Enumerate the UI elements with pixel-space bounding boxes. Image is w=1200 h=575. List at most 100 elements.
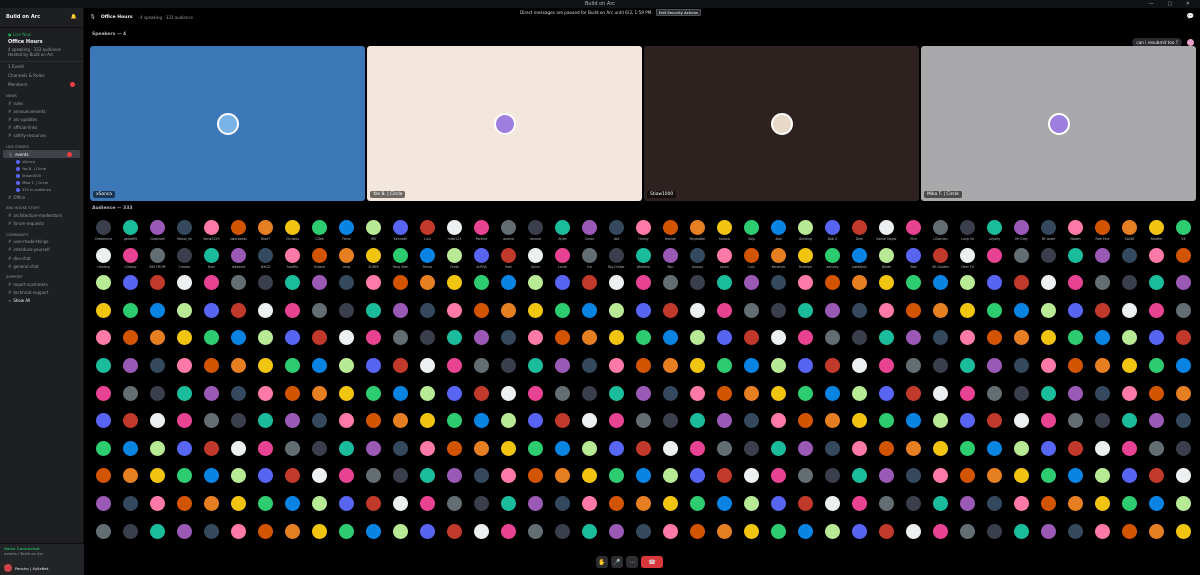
audience-member[interactable] (549, 328, 576, 355)
audience-member[interactable] (1008, 246, 1035, 273)
audience-member[interactable] (549, 466, 576, 493)
audience-member[interactable] (1089, 246, 1116, 273)
audience-member[interactable] (198, 384, 225, 411)
channel-dev-chat[interactable]: # dev-chat (0, 254, 83, 262)
speaker-tile[interactable]: xSanca (90, 46, 365, 201)
audience-member[interactable] (630, 301, 657, 328)
audience-member[interactable] (279, 494, 306, 521)
audience-member[interactable] (414, 328, 441, 355)
audience-member[interactable] (657, 439, 684, 466)
audience-member[interactable]: Mania_kk (171, 218, 198, 245)
audience-member[interactable]: Salaxis (711, 218, 738, 245)
audience-member[interactable] (468, 328, 495, 355)
audience-member[interactable] (198, 466, 225, 493)
audience-member[interactable]: SURYA (360, 246, 387, 273)
audience-member[interactable] (198, 328, 225, 355)
audience-member[interactable] (576, 494, 603, 521)
audience-member[interactable]: Aleiding (792, 218, 819, 245)
audience-member[interactable]: Afrodina (630, 246, 657, 273)
stage-participant[interactable]: Yas B. | Circle (0, 165, 83, 172)
audience-member[interactable] (1170, 273, 1197, 300)
audience-member[interactable] (171, 328, 198, 355)
audience-member[interactable] (927, 301, 954, 328)
audience-member[interactable]: Mr Grey (1008, 218, 1035, 245)
audience-member[interactable] (927, 356, 954, 383)
audience-member[interactable] (117, 466, 144, 493)
category-news[interactable]: News (0, 89, 83, 99)
audience-member[interactable] (1062, 494, 1089, 521)
stage-participant[interactable]: Stiaw1000 (0, 172, 83, 179)
audience-member[interactable] (144, 328, 171, 355)
audience-member[interactable] (225, 522, 252, 549)
audience-member[interactable] (846, 411, 873, 438)
audience-member[interactable] (468, 301, 495, 328)
channel-office[interactable]: # Office (0, 193, 83, 201)
mute-button[interactable]: 🎤 (611, 556, 623, 568)
audience-member[interactable] (1170, 301, 1197, 328)
audience-member[interactable] (225, 328, 252, 355)
audience-member[interactable] (657, 273, 684, 300)
audience-member[interactable] (549, 494, 576, 521)
channel-report-scammers[interactable]: # report-scammers (0, 280, 83, 288)
audience-member[interactable] (1170, 246, 1197, 273)
audience-member[interactable] (252, 494, 279, 521)
audience-member[interactable] (441, 466, 468, 493)
audience-member[interactable] (630, 328, 657, 355)
audience-member[interactable] (387, 273, 414, 300)
audience-member[interactable] (495, 466, 522, 493)
audience-member[interactable] (900, 494, 927, 521)
audience-member[interactable] (603, 494, 630, 521)
audience-member[interactable] (846, 466, 873, 493)
audience-member[interactable] (603, 439, 630, 466)
audience-member[interactable] (360, 411, 387, 438)
audience-member[interactable] (846, 522, 873, 549)
audience-member[interactable]: VE (1170, 218, 1197, 245)
audience-member[interactable] (414, 439, 441, 466)
audience-member[interactable] (522, 273, 549, 300)
audience-member[interactable] (927, 273, 954, 300)
audience-member[interactable] (630, 411, 657, 438)
audience-member[interactable] (549, 273, 576, 300)
audience-member[interactable] (846, 439, 873, 466)
audience-member[interactable]: Kena0159 (198, 218, 225, 245)
audience-member[interactable] (711, 439, 738, 466)
audience-member[interactable] (1035, 439, 1062, 466)
audience-member[interactable] (657, 301, 684, 328)
speaker-tile[interactable]: Mika T. | Circle (921, 46, 1196, 201)
audience-member[interactable] (171, 384, 198, 411)
audience-member[interactable] (765, 411, 792, 438)
audience-member[interactable] (549, 384, 576, 411)
nav-events[interactable]: 1 Event (0, 62, 83, 71)
audience-member[interactable] (873, 411, 900, 438)
audience-member[interactable] (468, 466, 495, 493)
audience-member[interactable] (792, 356, 819, 383)
audience-member[interactable] (981, 494, 1008, 521)
audience-member[interactable] (1035, 356, 1062, 383)
audience-member[interactable] (684, 328, 711, 355)
audience-member[interactable]: Trevor (414, 246, 441, 273)
audience-member[interactable] (468, 522, 495, 549)
audience-member[interactable] (468, 411, 495, 438)
audience-member[interactable] (711, 356, 738, 383)
audience-member[interactable] (819, 522, 846, 549)
audience-member[interactable] (198, 273, 225, 300)
audience-member[interactable] (1116, 384, 1143, 411)
audience-member[interactable] (576, 411, 603, 438)
audience-member[interactable]: Vojo (738, 218, 765, 245)
audience-member[interactable] (657, 356, 684, 383)
audience-member[interactable] (522, 356, 549, 383)
audience-member[interactable]: LIDoman (927, 218, 954, 245)
speaker-tile[interactable]: Stiaw1000 (644, 46, 919, 201)
audience-member[interactable] (333, 439, 360, 466)
audience-member[interactable]: zwarzaeds (225, 218, 252, 245)
audience-member[interactable] (252, 466, 279, 493)
window-controls[interactable]: — ▢ ✕ (1149, 0, 1196, 8)
audience-member[interactable] (954, 301, 981, 328)
audience-member[interactable] (495, 328, 522, 355)
audience-member[interactable] (576, 466, 603, 493)
audience-member[interactable] (1062, 439, 1089, 466)
audience-member[interactable] (468, 273, 495, 300)
audience-member[interactable] (684, 384, 711, 411)
audience-member[interactable] (144, 439, 171, 466)
audience-member[interactable] (1143, 246, 1170, 273)
